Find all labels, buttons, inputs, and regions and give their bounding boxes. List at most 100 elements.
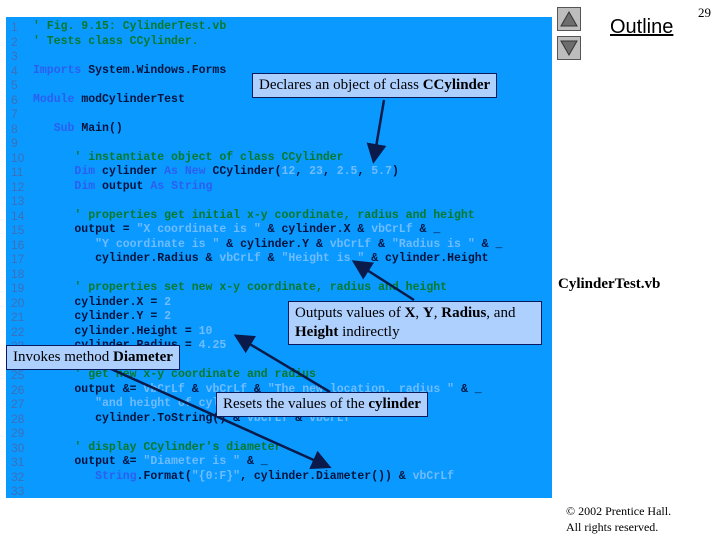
code-token: Main() [74,121,123,135]
outline-link[interactable]: Outline [610,16,673,39]
line-number: 30 [11,440,25,455]
code-text: ' instantiate object of class CCylinder [33,150,344,166]
code-text: cylinder.Radius & vbCrLf & "Height is " … [33,252,489,267]
triangle-up-icon [560,10,578,27]
code-token: , [295,165,310,178]
code-token: String [95,469,137,483]
callout-resets-text: Resets the values of the [223,396,369,412]
code-token: Dim [74,165,96,178]
code-token: cylinder.X = [33,295,165,309]
code-text: ' get new x-y coordinate and radius [33,368,316,383]
line-number: 26 [11,382,25,397]
callout-outputs-text: Outputs values of [295,305,405,321]
line-number: 21 [11,310,25,324]
copyright-notice: © 2002 Prentice Hall. All rights reserve… [566,503,671,535]
code-text: output = "X coordinate is " & cylinder.X… [33,223,440,238]
code-token: "X coordinate is " [136,223,261,236]
code-text: Dim output As String [33,180,212,195]
callout-declares-text: Declares an object of class [259,77,423,93]
code-token: vbCrLf [371,223,413,236]
code-text: output &= "Diameter is " & _ [33,455,268,470]
code-token: "Height is " [281,252,365,265]
line-number: 18 [11,266,25,281]
line-number: 11 [11,165,24,179]
callout-outputs-radius: Radius [441,305,487,321]
line-number: 13 [11,194,25,208]
line-number: 27 [11,397,25,411]
code-token: "Radius is " [391,237,475,251]
callout-resets-bold: cylinder [368,396,421,412]
code-token: System.Windows.Forms [81,63,227,77]
code-token: vbCrLf [412,469,455,483]
line-number: 31 [11,455,25,469]
code-token: cylinder.Height = [33,324,199,338]
next-slide-button[interactable] [557,36,581,60]
callout-resets: Resets the values of the cylinder [216,392,428,417]
code-token: output = [33,223,137,236]
line-number: 22 [11,324,25,339]
code-token: 4.25 [198,339,227,352]
code-token: ' properties get initial x-y coordinate,… [74,208,475,222]
code-text: Sub Main() [33,122,123,137]
line-number: 15 [11,223,25,237]
callout-outputs-height: Height [295,324,339,340]
code-token: 10 [198,324,213,338]
callout-outputs-x: X [404,305,416,321]
line-number: 20 [11,295,25,310]
page-number: 29 [698,5,711,20]
line-number: 8 [11,121,18,136]
line-number: 12 [11,179,25,194]
code-token: CCylinder( [205,165,282,178]
line-number: 1 [11,20,18,34]
code-token: Sub [53,121,75,135]
code-token: & cylinder.X & [260,223,372,236]
code-token: & cylinder.Y & [219,237,330,251]
line-number: 28 [11,411,25,426]
code-token: 2.5 [336,165,358,178]
code-token: & _ [240,455,268,468]
line-number: 10 [11,150,25,165]
line-number: 25 [11,368,25,382]
code-text: ' Fig. 9.15: CylinderTest.vb [33,20,226,35]
previous-slide-button[interactable] [557,7,581,31]
line-number: 6 [11,92,18,107]
code-token: 12 [281,165,296,178]
code-text: cylinder.Height = 10 [33,325,212,340]
line-number: 4 [11,63,18,78]
code-token: output [95,179,151,193]
copyright-line-1: © 2002 Prentice Hall. [566,504,672,518]
code-token: & [184,382,206,396]
code-token: cylinder [95,165,165,178]
line-number: 5 [11,78,18,92]
code-token: 2 [164,310,172,323]
line-number: 29 [11,426,25,440]
line-number: 3 [11,49,18,63]
code-token: "Diameter is " [143,455,241,468]
code-token: cylinder.ToString() & [33,411,247,425]
line-number: 33 [11,484,25,498]
code-text: ' display CCylinder's diameter [33,441,281,456]
code-token: As String [150,179,213,193]
code-token: Dim [74,179,96,193]
line-number: 17 [11,252,25,266]
line-number: 7 [11,107,18,121]
code-text: Module modCylinderTest [33,93,185,108]
code-token: , [357,165,372,178]
code-text: "Y coordinate is " & cylinder.Y & vbCrLf… [33,238,502,253]
line-number: 32 [11,469,25,484]
code-token: output &= [33,382,144,396]
callout-outputs-y: Y [422,305,434,321]
code-text: ' properties set new x-y coordinate, rad… [33,281,447,296]
code-token: ) [392,165,399,178]
code-token: "Y coordinate is " [95,237,220,251]
code-token: & cylinder.Height [364,252,489,265]
code-token: ' instantiate object of class CCylinder [74,150,344,164]
code-token: 23 [309,165,323,178]
code-text: Imports System.Windows.Forms [33,64,226,79]
